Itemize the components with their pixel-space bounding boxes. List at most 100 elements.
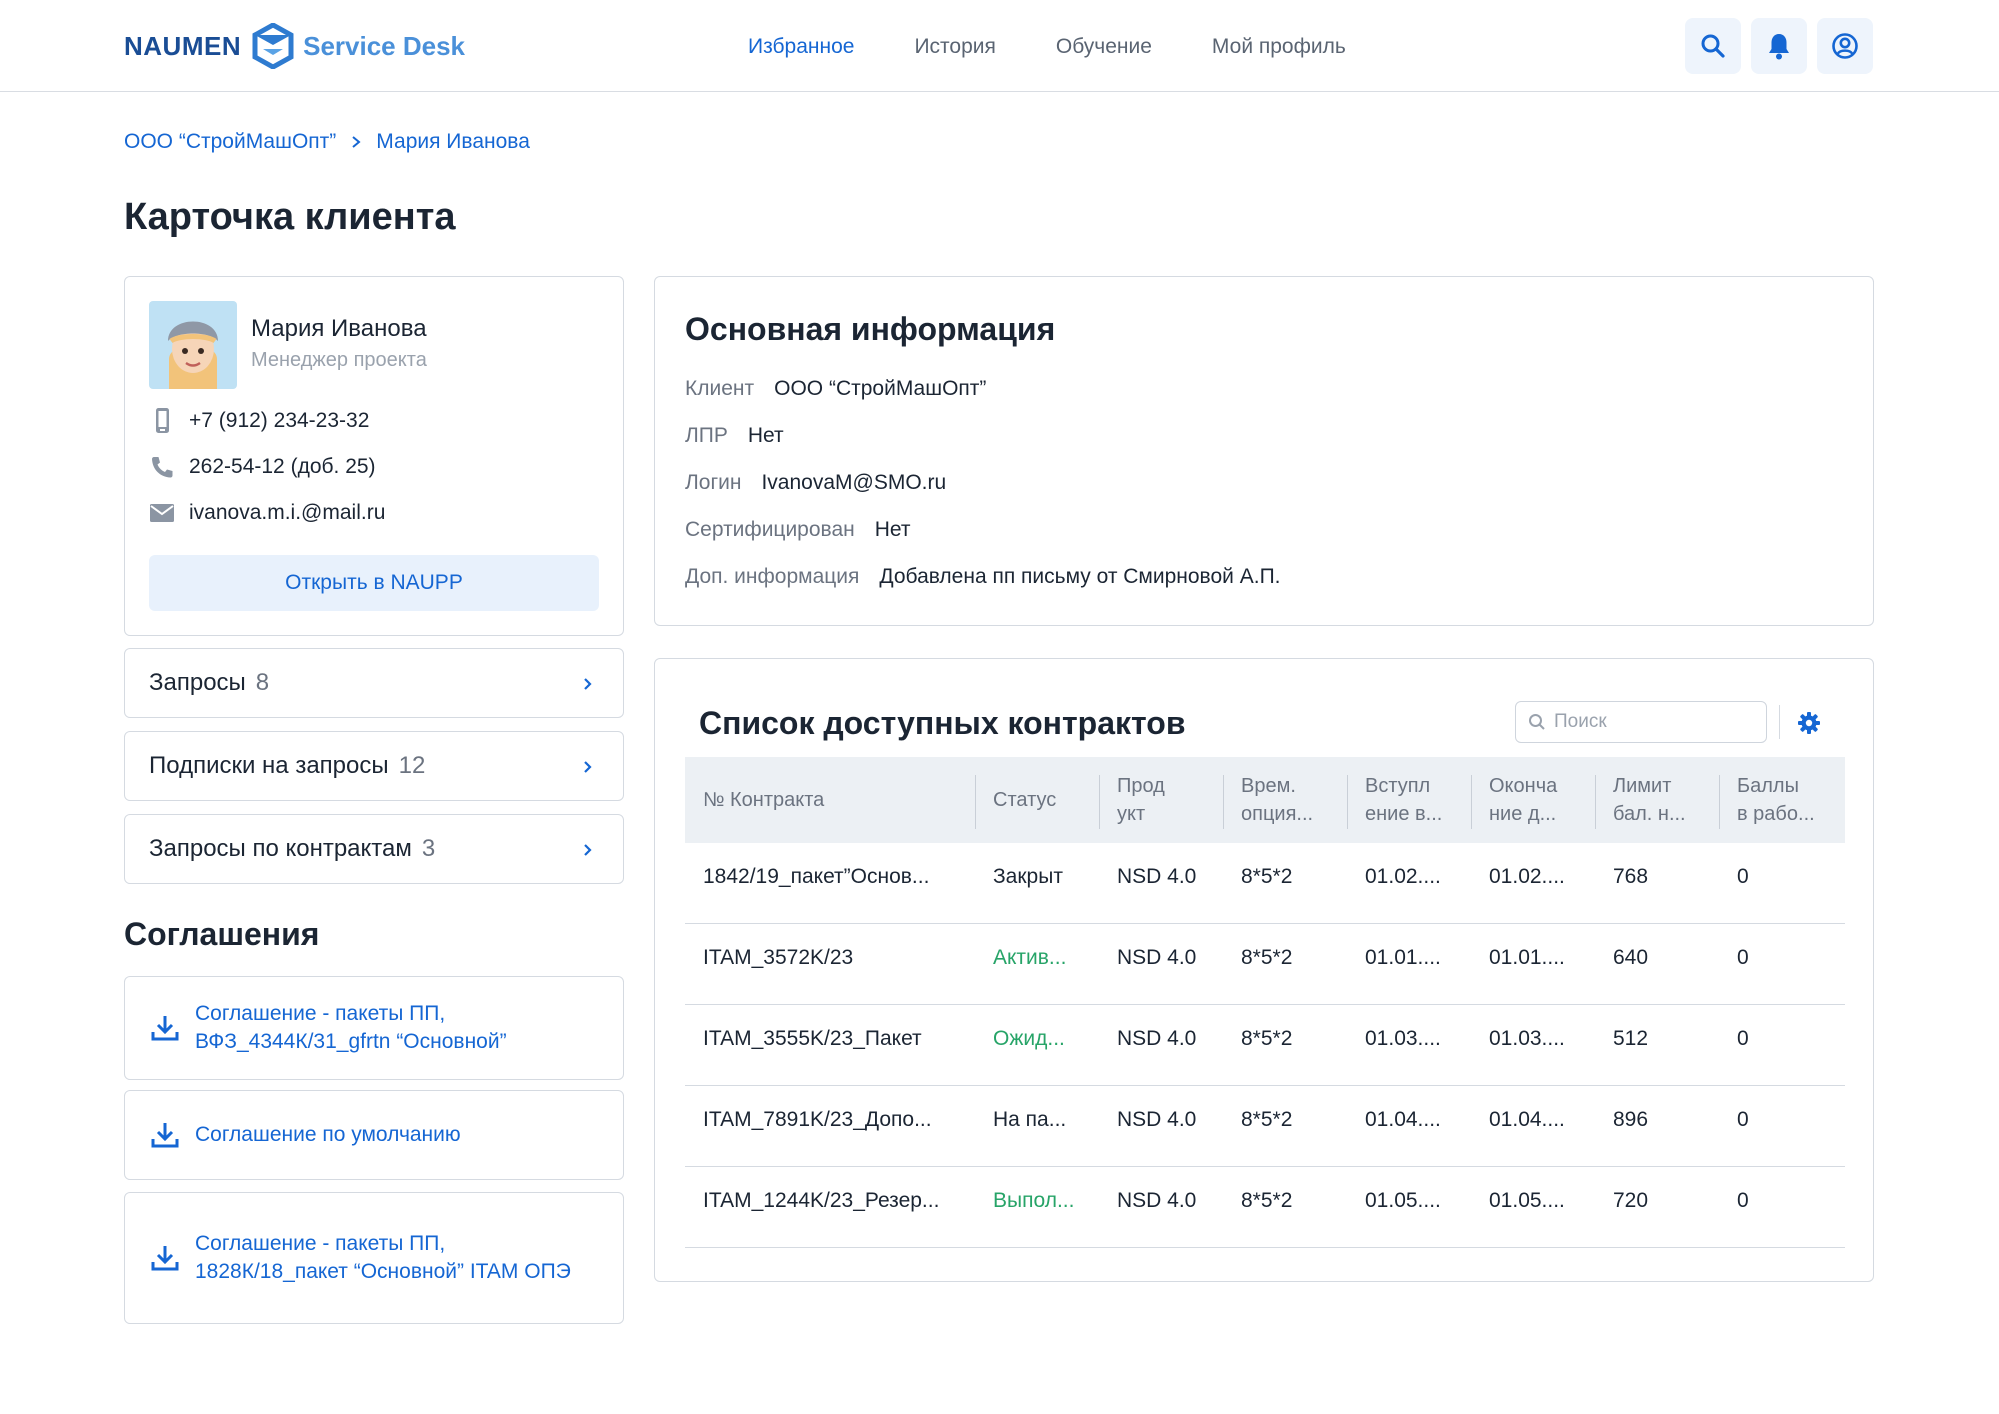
table-cell: 01.04.... (1489, 1108, 1565, 1131)
search-button[interactable] (1685, 18, 1741, 74)
notifications-button[interactable] (1751, 18, 1807, 74)
agreement-link[interactable]: Соглашение - пакеты ПП, ВФЗ_4344К/31_gfr… (195, 1000, 599, 1056)
table-cell: 01.02.... (1489, 865, 1565, 888)
subscriptions-count: 12 (398, 752, 426, 779)
nav-learning[interactable]: Обучение (1056, 30, 1152, 64)
table-cell: 01.05.... (1365, 1189, 1441, 1212)
logo-brand: NAUMEN (124, 30, 242, 61)
column-header[interactable]: Лимит бал. н... (1595, 757, 1719, 843)
agreement-link[interactable]: Соглашение по умолчанию (195, 1121, 461, 1149)
page-title: Карточка клиента (124, 196, 456, 238)
table-cell: Ожид... (993, 1027, 1065, 1050)
table-row[interactable]: ITAM_3555K/23_Пакет Ожид... NSD 4.0 8*5*2 01… (685, 1005, 1845, 1086)
table-cell: 01.03.... (1365, 1027, 1441, 1050)
download-icon (151, 1123, 179, 1148)
search-icon (1529, 714, 1545, 730)
contracts-title: Список доступных контрактов (699, 705, 1186, 741)
info-row-certified: Сертифицирован Нет (685, 518, 911, 542)
logo-product: Service Desk (303, 30, 466, 61)
contact-mobile[interactable]: +7 (912) 234-23-32 (149, 407, 369, 435)
table-cell: 01.02.... (1365, 865, 1441, 888)
table-cell: Актив... (993, 946, 1067, 969)
gear-icon[interactable] (1797, 711, 1821, 735)
download-icon (151, 1016, 179, 1041)
info-key: Сертифицирован (685, 518, 855, 541)
table-row[interactable]: 1842/19_пакет”Основ... Закрыт NSD 4.0 8*5*2… (685, 843, 1845, 924)
column-header[interactable]: Статус (975, 757, 1099, 843)
table-cell: NSD 4.0 (1117, 1027, 1197, 1050)
contact-email[interactable]: ivanova.m.i.@mail.ru (149, 501, 385, 525)
requests-count: 8 (255, 669, 270, 696)
table-cell: 8*5*2 (1241, 1189, 1293, 1212)
requests-link[interactable]: Запросы 8 (124, 648, 624, 718)
chevron-right-icon (584, 761, 592, 773)
column-header[interactable]: Оконча ние д... (1471, 757, 1595, 843)
nav-history[interactable]: История (914, 30, 995, 64)
info-value: Добавлена пп письму от Смирновой А.П. (879, 565, 1281, 588)
table-cell: 0 (1737, 865, 1749, 888)
table-cell: 01.01.... (1365, 946, 1441, 969)
breadcrumb-company[interactable]: ООО “СтройМашОпт” (124, 130, 336, 154)
bell-icon (1769, 34, 1789, 60)
phone-number: 262-54-12 (доб. 25) (189, 455, 376, 478)
info-value: Нет (747, 424, 784, 447)
table-cell: 1842/19_пакет”Основ... (703, 865, 930, 888)
table-cell: 768 (1613, 865, 1649, 888)
search-placeholder: Поиск (1554, 711, 1607, 732)
breadcrumb: ООО “СтройМашОпт” Мария Иванова (124, 130, 530, 154)
contract-requests-label: Запросы по контрактам (149, 835, 412, 862)
table-cell: ITAM_1244K/23_Резер... (703, 1189, 940, 1212)
table-cell: 640 (1613, 946, 1649, 969)
info-row-login: Логин IvanovaM@SMO.ru (685, 471, 946, 495)
subscriptions-link[interactable]: Подписки на запросы 12 (124, 731, 624, 801)
table-cell: 512 (1613, 1027, 1649, 1050)
email-address: ivanova.m.i.@mail.ru (189, 501, 386, 524)
requests-label: Запросы (149, 669, 246, 696)
info-key: Клиент (685, 377, 755, 400)
top-bar: NAUMEN Service Desk Избранное История Об… (0, 0, 1999, 92)
column-header[interactable]: Вступл ение в... (1347, 757, 1471, 843)
column-header[interactable]: Врем. опция... (1223, 757, 1347, 843)
agreement-item[interactable]: Соглашение - пакеты ПП, 1828К/18_пакет “… (124, 1192, 624, 1324)
agreement-link[interactable]: Соглашение - пакеты ПП, 1828К/18_пакет “… (195, 1230, 599, 1286)
open-in-naupp-button[interactable]: Открыть в NAUPP (149, 555, 599, 611)
main-info-title: Основная информация (685, 311, 1056, 347)
mobile-number: +7 (912) 234-23-32 (189, 409, 370, 432)
profile-button[interactable] (1817, 18, 1873, 74)
table-row[interactable]: ITAM_3572K/23 Актив... NSD 4.0 8*5*2 01.01..… (685, 924, 1845, 1005)
table-cell: ITAM_7891K/23_Допо... (703, 1108, 932, 1131)
info-value: IvanovaM@SMO.ru (761, 471, 947, 494)
contracts-search-input[interactable]: Поиск (1515, 701, 1767, 743)
header-actions (1685, 18, 1873, 74)
column-header[interactable]: № Контракта (685, 757, 975, 843)
nav-favorites[interactable]: Избранное (748, 30, 854, 64)
table-cell: NSD 4.0 (1117, 865, 1197, 888)
user-circle-icon (1832, 33, 1858, 59)
avatar (149, 301, 237, 389)
nav-my-profile[interactable]: Мой профиль (1212, 30, 1346, 64)
table-row[interactable]: ITAM_1244K/23_Резер... Выпол... NSD 4.0 8*5… (685, 1167, 1845, 1248)
contract-requests-count: 3 (421, 835, 436, 862)
table-cell: 01.03.... (1489, 1027, 1565, 1050)
agreements-title: Соглашения (124, 916, 320, 952)
info-value: ООО “СтройМашОпт” (774, 377, 987, 400)
table-cell: 01.01.... (1489, 946, 1565, 969)
column-header[interactable]: Прод укт (1099, 757, 1223, 843)
profile-card: Мария Иванова Менеджер проекта +7 (912) … (124, 276, 624, 636)
table-cell: 0 (1737, 1027, 1749, 1050)
agreement-item[interactable]: Соглашение по умолчанию (124, 1090, 624, 1180)
table-row[interactable]: ITAM_7891K/23_Допо... На па... NSD 4.0 8*5*… (685, 1086, 1845, 1167)
contact-phone[interactable]: 262-54-12 (доб. 25) (149, 454, 376, 480)
mobile-phone-icon (156, 408, 169, 433)
column-header[interactable]: Баллы в рабо... (1719, 757, 1845, 843)
naumen-logo[interactable]: NAUMEN Service Desk (124, 22, 465, 70)
agreement-item[interactable]: Соглашение - пакеты ПП, ВФЗ_4344К/31_gfr… (124, 976, 624, 1080)
breadcrumb-person[interactable]: Мария Иванова (376, 130, 530, 154)
chevron-right-icon (352, 136, 361, 148)
divider (1779, 705, 1780, 739)
contract-requests-link[interactable]: Запросы по контрактам 3 (124, 814, 624, 884)
logo-mark-icon (252, 23, 294, 69)
contracts-card: Список доступных контрактов Поиск № Конт… (654, 658, 1874, 1282)
table-cell: ITAM_3572K/23 (703, 946, 854, 969)
subscriptions-label: Подписки на запросы (149, 752, 389, 779)
